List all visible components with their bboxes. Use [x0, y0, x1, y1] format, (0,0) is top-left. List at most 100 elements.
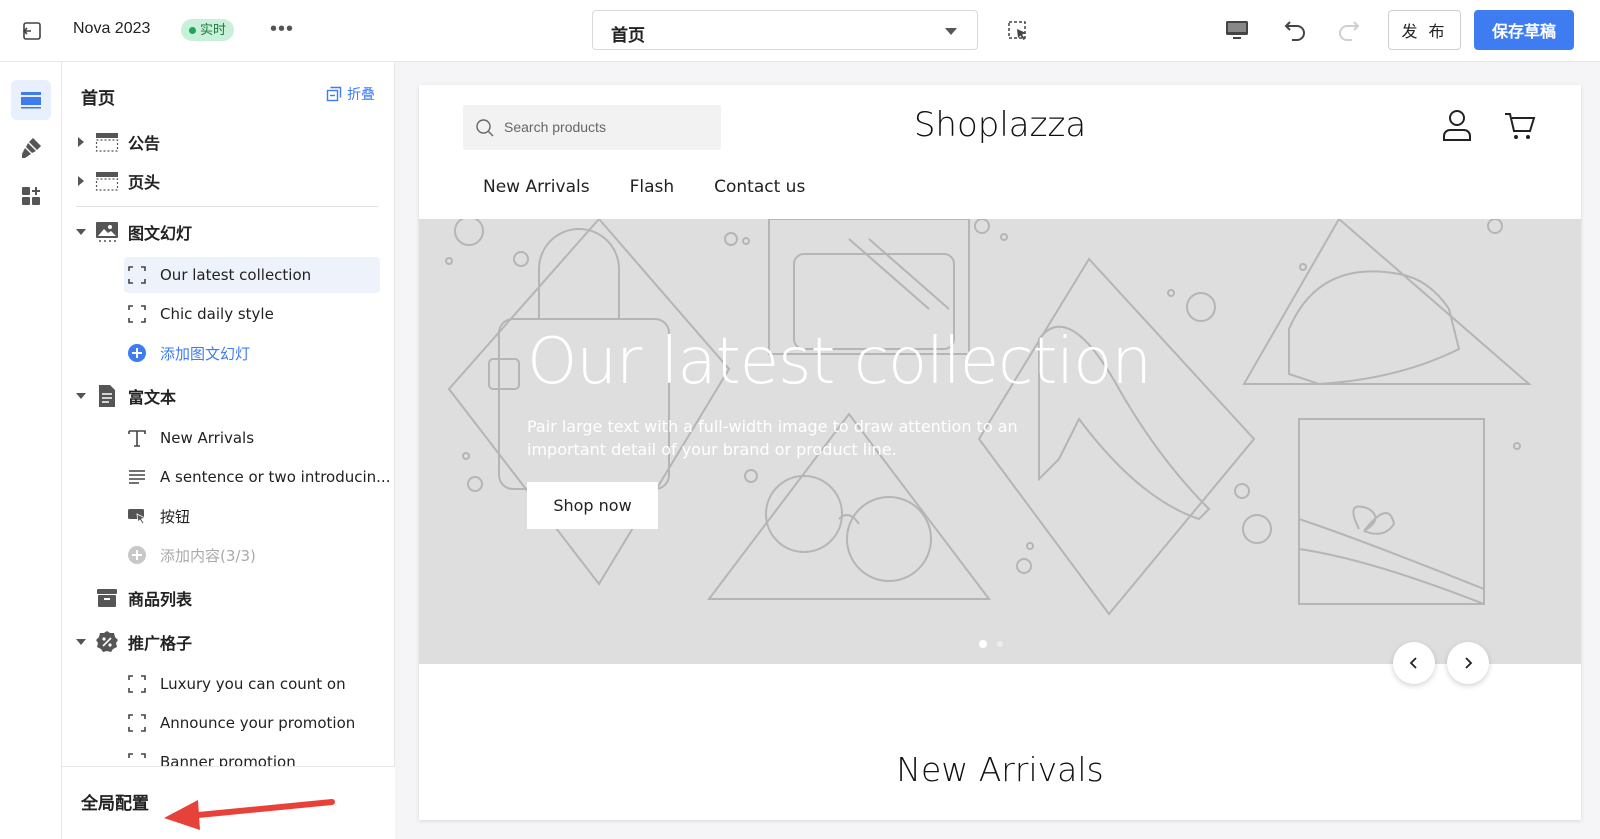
- block-label: 按钮: [160, 507, 191, 526]
- plus-circle-icon: [128, 344, 146, 362]
- undo-icon[interactable]: [1282, 17, 1308, 43]
- plus-circle-icon: [128, 546, 146, 564]
- block-frame-icon: [128, 305, 146, 323]
- section-label: 页头: [128, 173, 161, 192]
- add-slide-button[interactable]: 添加图文幻灯: [62, 335, 395, 371]
- button-cursor-icon: [128, 509, 147, 525]
- section-rich-text[interactable]: 富文本: [62, 378, 395, 414]
- block-our-latest-collection[interactable]: Our latest collection: [62, 257, 395, 293]
- section-layout-icon: [95, 133, 119, 152]
- section-layout-icon: [95, 172, 119, 191]
- block-label: New Arrivals: [160, 429, 255, 447]
- block-chic-daily-style[interactable]: Chic daily style: [62, 296, 395, 332]
- add-content-label: 添加内容(3/3): [160, 546, 256, 565]
- nav-link-contact-us[interactable]: Contact us: [714, 177, 805, 197]
- block-button[interactable]: 按钮: [62, 498, 395, 534]
- status-badge-label: 实时: [200, 22, 227, 37]
- block-frame-icon: [128, 714, 146, 732]
- theme-title: Nova 2023: [73, 20, 151, 37]
- section-label: 公告: [128, 134, 161, 153]
- slide-dot-active[interactable]: [979, 640, 987, 648]
- global-config-label: 全局配置: [81, 794, 149, 814]
- slide-indicators: [979, 640, 1003, 648]
- section-title: New Arrivals: [896, 750, 1104, 789]
- section-sidebar: 首页 折叠 公告 页头 图文幻灯 Our latest collection C…: [62, 62, 395, 839]
- collapse-arrow-icon[interactable]: [76, 639, 86, 645]
- hero-subtitle: Pair large text with a full-width image …: [527, 417, 1018, 459]
- store-nav: New Arrivals Flash Contact us: [483, 177, 805, 197]
- theme-settings-tab[interactable]: [11, 128, 51, 168]
- redo-icon[interactable]: [1336, 17, 1362, 43]
- image-icon: [96, 222, 118, 242]
- sections-icon: [21, 92, 41, 109]
- fold-button[interactable]: 折叠: [326, 84, 375, 104]
- sections-tab[interactable]: [11, 80, 51, 120]
- hero-title: Our latest collection: [527, 325, 1152, 399]
- block-label: Our latest collection: [160, 266, 312, 284]
- expand-arrow-icon[interactable]: [78, 176, 84, 186]
- icon-rail: [0, 62, 62, 839]
- prev-slide-button[interactable]: [1393, 642, 1435, 684]
- add-content-button[interactable]: 添加内容(3/3): [62, 537, 395, 573]
- collapse-icon: [326, 86, 342, 102]
- next-slide-button[interactable]: [1447, 642, 1489, 684]
- paint-brush-icon: [22, 138, 41, 158]
- block-announce-promotion[interactable]: Announce your promotion: [62, 705, 395, 741]
- exit-icon[interactable]: [20, 19, 44, 43]
- save-draft-button[interactable]: 保存草稿: [1474, 10, 1574, 50]
- block-frame-icon: [128, 675, 146, 693]
- slide-dot[interactable]: [997, 641, 1003, 647]
- collapse-arrow-icon[interactable]: [76, 393, 86, 399]
- store-logo[interactable]: Shoplazza: [419, 105, 1581, 145]
- section-label: 图文幻灯: [128, 224, 193, 243]
- expand-arrow-icon[interactable]: [78, 137, 84, 147]
- section-promotion-grid[interactable]: 推广格子: [62, 624, 395, 660]
- fold-label: 折叠: [347, 87, 375, 103]
- hero-slideshow[interactable]: Our latest collection Pair large text wi…: [419, 219, 1581, 664]
- add-slide-label: 添加图文幻灯: [160, 344, 251, 363]
- status-badge: 实时: [181, 19, 235, 41]
- discount-icon: [96, 631, 118, 652]
- select-element-icon[interactable]: [1006, 19, 1030, 43]
- status-dot: [189, 26, 196, 34]
- section-product-list[interactable]: 商品列表: [62, 580, 395, 616]
- block-heading[interactable]: New Arrivals: [62, 420, 395, 456]
- nav-link-flash[interactable]: Flash: [630, 177, 675, 197]
- cart-icon[interactable]: [1504, 111, 1536, 141]
- product-list-icon: [97, 589, 117, 607]
- block-label: Announce your promotion: [160, 714, 356, 732]
- desktop-icon[interactable]: [1224, 18, 1250, 42]
- sidebar-title: 首页: [81, 89, 115, 109]
- section-header[interactable]: 页头: [62, 163, 395, 199]
- block-frame-icon: [128, 266, 146, 284]
- apps-tab[interactable]: [11, 176, 51, 216]
- more-options-icon[interactable]: •••: [270, 18, 294, 41]
- block-label: Chic daily style: [160, 305, 274, 323]
- section-list: 公告 页头 图文幻灯 Our latest collection Chic da…: [62, 122, 395, 836]
- annotation-arrow-icon: [164, 799, 335, 830]
- block-text[interactable]: A sentence or two introducin...: [62, 459, 395, 495]
- section-announcement[interactable]: 公告: [62, 124, 395, 160]
- user-icon[interactable]: [1442, 109, 1472, 141]
- divider: [76, 206, 378, 207]
- page-select[interactable]: 首页: [592, 10, 978, 50]
- apps-icon: [22, 187, 40, 205]
- shop-now-button[interactable]: Shop now: [527, 482, 658, 529]
- section-slideshow[interactable]: 图文幻灯: [62, 214, 395, 250]
- block-luxury[interactable]: Luxury you can count on: [62, 666, 395, 702]
- section-label: 推广格子: [128, 634, 193, 653]
- chevron-left-icon: [1409, 657, 1417, 669]
- section-label: 商品列表: [128, 590, 193, 609]
- nav-link-new-arrivals[interactable]: New Arrivals: [483, 177, 590, 197]
- publish-button[interactable]: 发 布: [1388, 10, 1461, 50]
- chevron-down-icon: [945, 28, 957, 35]
- chevron-right-icon: [1465, 657, 1473, 669]
- block-label: Luxury you can count on: [160, 675, 346, 693]
- store-preview: Search products Shoplazza New Arrivals F…: [419, 85, 1581, 820]
- paragraph-icon: [129, 470, 145, 484]
- collapse-arrow-icon[interactable]: [76, 229, 86, 235]
- top-bar: Nova 2023 实时 ••• 首页 发 布 保存草稿: [0, 0, 1600, 62]
- text-heading-icon: [128, 430, 146, 447]
- page-select-value: 首页: [611, 26, 645, 45]
- block-label: A sentence or two introducin...: [160, 468, 391, 486]
